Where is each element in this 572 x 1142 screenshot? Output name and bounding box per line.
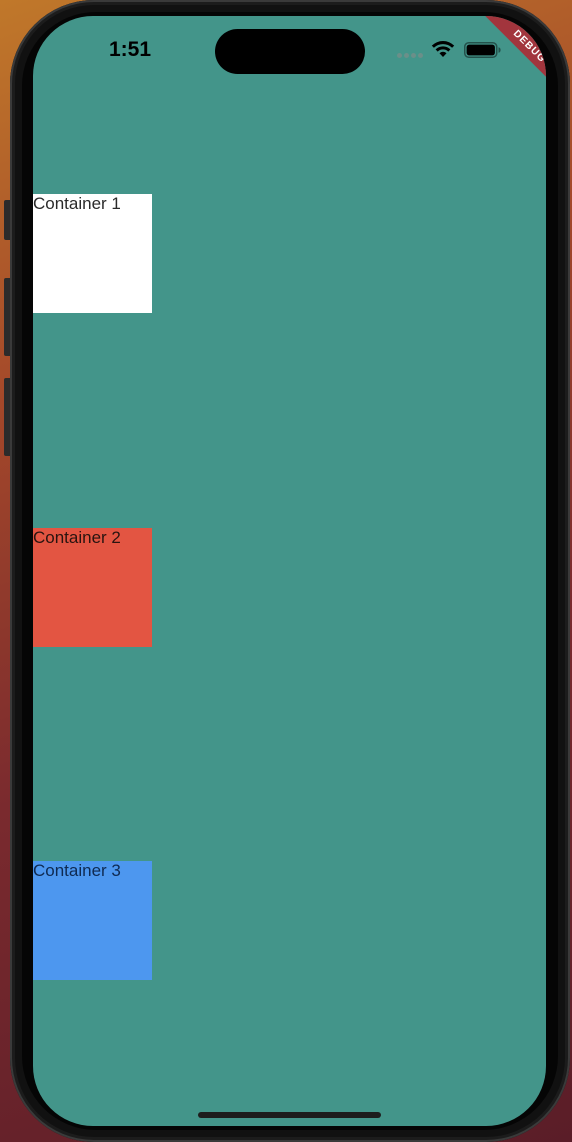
container-1-label: Container 1 [33,194,121,213]
container-2-label: Container 2 [33,528,121,547]
container-1: Container 1 [33,194,152,313]
container-3-label: Container 3 [33,861,121,880]
container-2: Container 2 [33,528,152,647]
app-screen: 1:51 DEBUG Container 1 Container 2 Conta… [33,16,546,1126]
dynamic-island [215,29,365,74]
debug-banner: DEBUG [456,16,546,106]
wifi-icon [431,41,455,57]
debug-banner-label: DEBUG [483,16,546,93]
home-indicator[interactable] [198,1112,381,1118]
container-3: Container 3 [33,861,152,980]
status-time: 1:51 [109,38,152,61]
cellular-signal-icon [397,53,423,58]
